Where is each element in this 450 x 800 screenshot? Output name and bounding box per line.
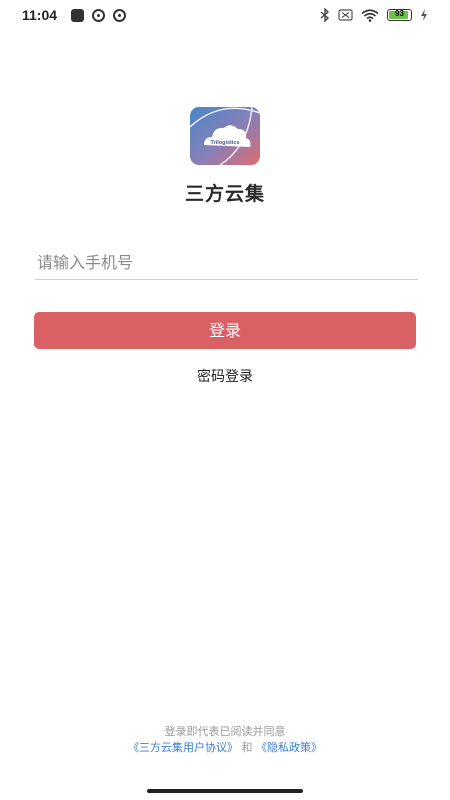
app-name: 三方云集 — [184, 183, 265, 205]
login-screen: 11:04 93 Trilogistics 三方云集 请输入手机号 登录 密码登… — [0, 0, 450, 800]
notification-sync-icon — [92, 9, 105, 22]
status-bar: 11:04 93 — [0, 0, 450, 32]
app-logo: Trilogistics — [190, 107, 260, 165]
status-time: 11:04 — [22, 7, 58, 23]
agreement-links: 《三方云集用户协议》 和 《隐私政策》 — [0, 739, 450, 755]
login-button[interactable]: 登录 — [34, 312, 416, 349]
battery-icon: 93 — [387, 9, 412, 21]
home-indicator[interactable] — [147, 789, 303, 793]
phone-input[interactable] — [35, 245, 418, 280]
password-login-link[interactable]: 密码登录 — [0, 366, 450, 386]
notification-app-icon — [71, 9, 84, 22]
user-agreement-link[interactable]: 《三方云集用户协议》 — [128, 741, 238, 754]
bluetooth-icon — [320, 8, 330, 22]
privacy-policy-link[interactable]: 《隐私政策》 — [256, 741, 322, 754]
agreement-notice: 登录即代表已阅读并同意 — [164, 725, 286, 738]
sim-card-icon — [338, 9, 353, 21]
logo-text: Trilogistics — [210, 140, 239, 146]
cloud-logo-icon: Trilogistics — [190, 107, 260, 165]
charging-icon — [421, 9, 427, 21]
system-icons: 93 — [320, 8, 428, 22]
wifi-icon — [361, 8, 379, 22]
notification-icons — [71, 9, 126, 22]
notification-browser-icon — [113, 9, 126, 22]
battery-level: 93 — [395, 9, 404, 18]
agreement-conjunction: 和 — [241, 741, 253, 754]
